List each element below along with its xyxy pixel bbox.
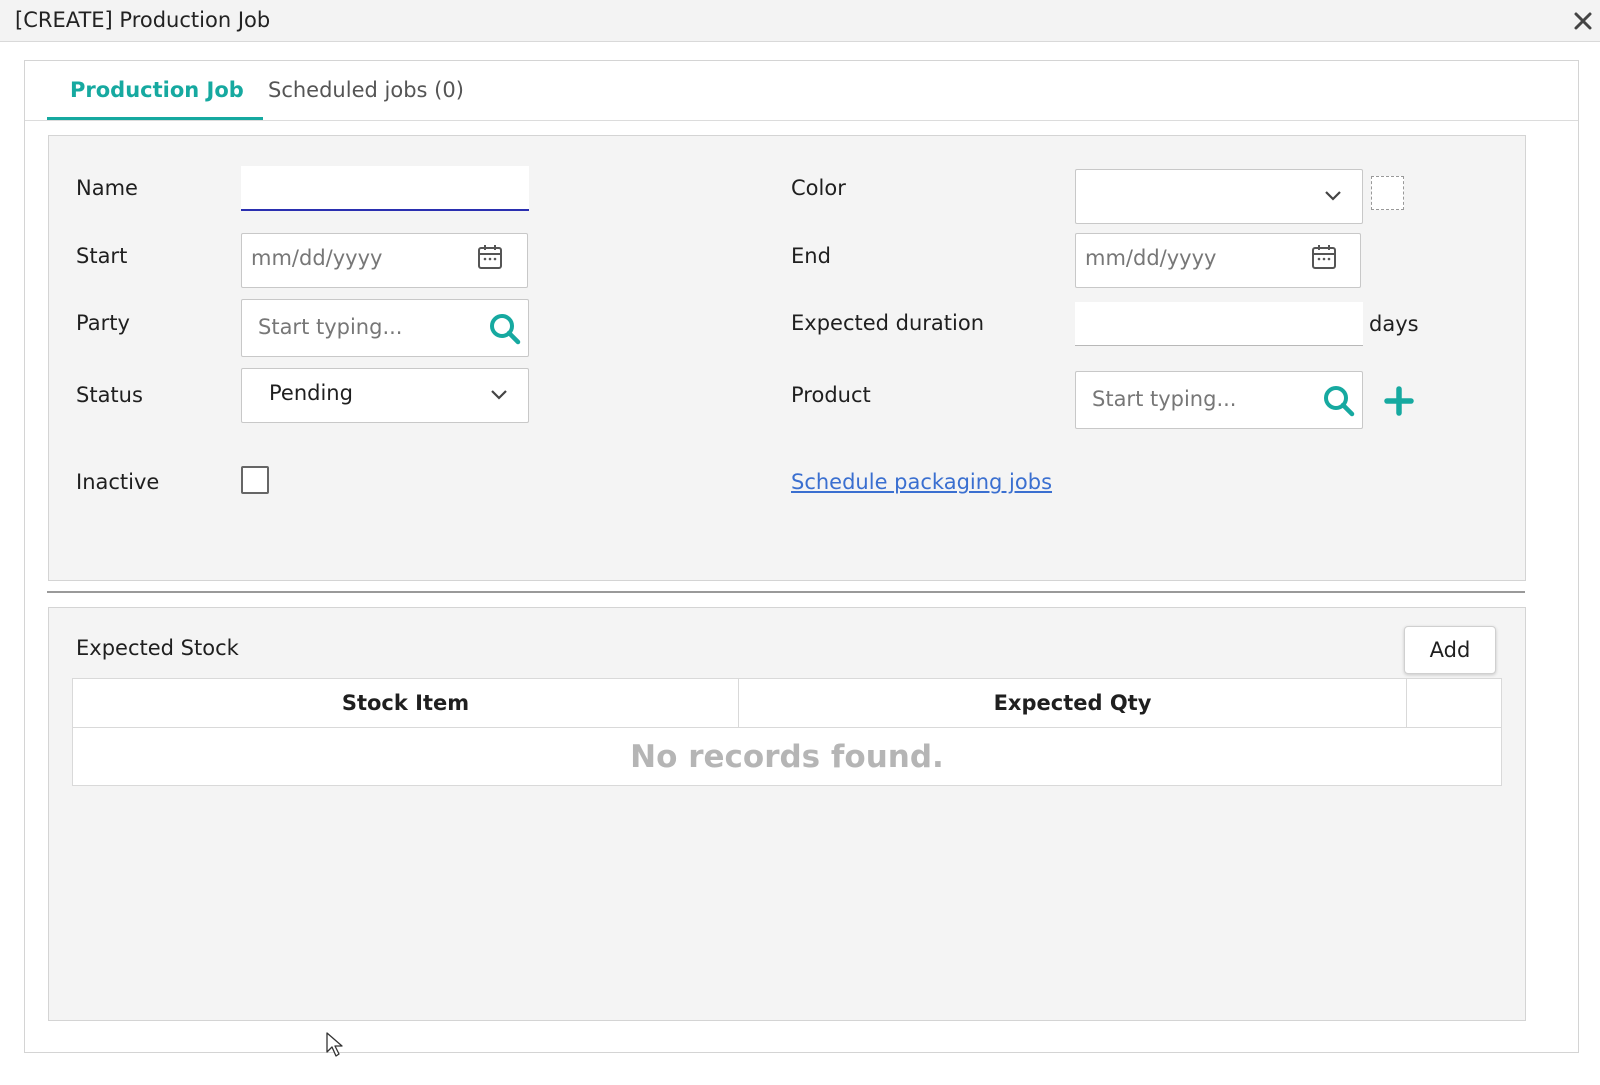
calendar-icon[interactable]	[477, 244, 503, 270]
name-label: Name	[76, 176, 138, 200]
expected-stock-section: Expected Stock Add Stock Item Expected Q…	[48, 607, 1526, 1021]
end-date-placeholder: mm/dd/yyyy	[1085, 246, 1217, 270]
search-icon[interactable]	[1322, 384, 1356, 418]
status-value: Pending	[269, 381, 353, 405]
tab-label: Production Job	[70, 78, 244, 102]
inactive-checkbox[interactable]	[241, 466, 269, 494]
search-icon[interactable]	[488, 312, 522, 346]
color-label: Color	[791, 176, 846, 200]
tab-label: Scheduled jobs (0)	[268, 78, 464, 102]
end-label: End	[791, 244, 831, 268]
tab-divider	[25, 120, 1578, 121]
chevron-down-icon	[491, 390, 507, 400]
expected-duration-input[interactable]	[1075, 302, 1363, 346]
table-header-divider	[73, 727, 1501, 728]
window-titlebar: [CREATE] Production Job	[0, 0, 1600, 42]
column-header-actions	[1407, 679, 1501, 727]
calendar-icon[interactable]	[1311, 244, 1337, 270]
start-label: Start	[76, 244, 128, 268]
status-label: Status	[76, 383, 143, 407]
color-select[interactable]	[1075, 169, 1363, 224]
section-divider	[47, 591, 1525, 593]
empty-table-message: No records found.	[630, 739, 944, 775]
expected-stock-title: Expected Stock	[76, 636, 239, 660]
product-label: Product	[791, 383, 871, 407]
close-button[interactable]	[1570, 8, 1596, 34]
schedule-packaging-jobs-link[interactable]: Schedule packaging jobs	[791, 470, 1052, 494]
color-swatch[interactable]	[1371, 176, 1404, 210]
product-placeholder: Start typing...	[1092, 387, 1237, 411]
dialog-content: Production Job Scheduled jobs (0) Name S…	[24, 60, 1579, 1053]
status-select[interactable]: Pending	[241, 368, 529, 423]
party-search-input[interactable]: Start typing...	[241, 299, 529, 357]
party-placeholder: Start typing...	[258, 315, 403, 339]
close-icon	[1574, 12, 1592, 30]
tab-scheduled-jobs[interactable]: Scheduled jobs (0)	[268, 76, 518, 120]
start-date-input[interactable]: mm/dd/yyyy	[241, 233, 528, 288]
expected-stock-table: Stock Item Expected Qty No records found…	[72, 678, 1502, 786]
duration-unit: days	[1369, 312, 1419, 336]
party-label: Party	[76, 311, 130, 335]
add-stock-button[interactable]: Add	[1404, 626, 1496, 674]
name-input[interactable]	[241, 166, 529, 211]
mouse-cursor-icon	[326, 1032, 343, 1057]
production-job-form: Name Start mm/dd/yyyy Party Start typing…	[48, 135, 1526, 581]
inactive-label: Inactive	[76, 470, 160, 494]
add-product-icon[interactable]	[1384, 386, 1414, 416]
start-date-placeholder: mm/dd/yyyy	[251, 246, 383, 270]
column-header-expected-qty[interactable]: Expected Qty	[739, 679, 1407, 727]
tab-production-job[interactable]: Production Job	[47, 76, 263, 120]
column-header-stock-item[interactable]: Stock Item	[73, 679, 739, 727]
chevron-down-icon	[1325, 191, 1341, 201]
end-date-input[interactable]: mm/dd/yyyy	[1075, 233, 1361, 288]
expected-duration-label: Expected duration	[791, 311, 985, 335]
window-title: [CREATE] Production Job	[15, 8, 271, 32]
product-search-input[interactable]: Start typing...	[1075, 371, 1363, 429]
